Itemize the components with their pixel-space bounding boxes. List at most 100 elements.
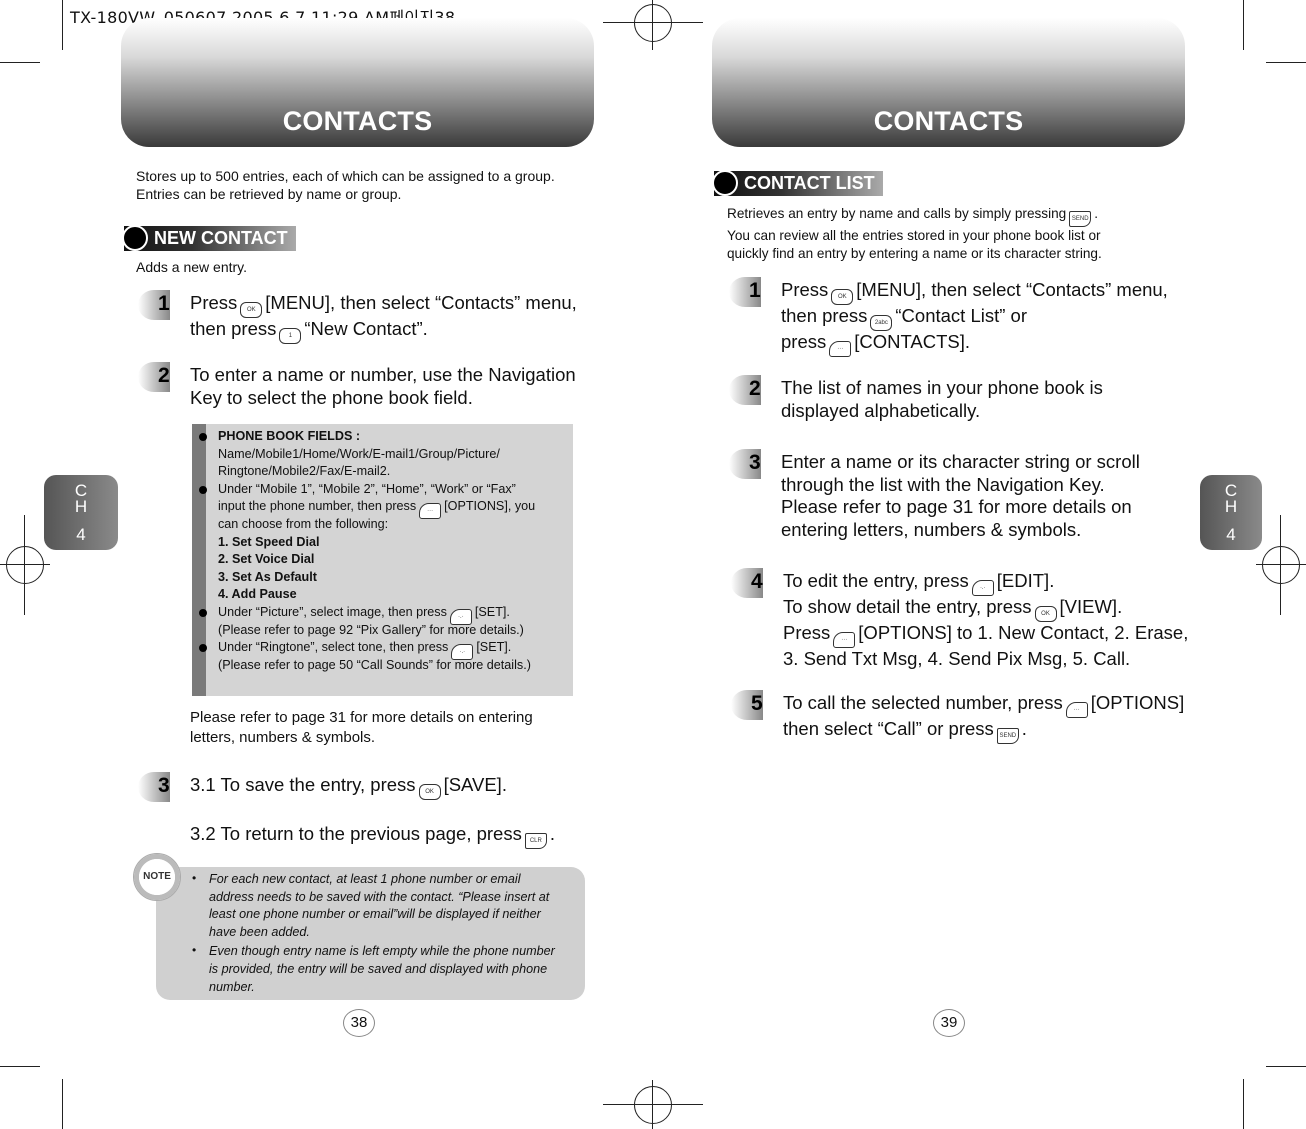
send-key-icon: SEND	[1069, 211, 1092, 227]
text-segment: To edit the entry, press	[783, 570, 969, 591]
intro-line: You can review all the entries stored in…	[727, 227, 1102, 245]
registration-mark	[6, 546, 44, 584]
step-number-3: 3	[138, 772, 178, 802]
step-line: To edit the entry, press ·.· [EDIT].	[783, 570, 1188, 596]
text-segment: .	[1094, 206, 1099, 221]
text-segment: displayed alphabetically.	[781, 399, 981, 421]
text-segment: .	[1021, 718, 1027, 739]
note-line: least one phone number or email”will be …	[209, 907, 541, 922]
step-line: The list of names in your phone book is	[781, 377, 1103, 400]
step-number-text: 4	[751, 570, 763, 593]
chapter-letter: H	[1224, 497, 1238, 516]
step-line: then select “Call” or press SEND.	[783, 718, 1184, 744]
step-number-4: 4	[731, 568, 771, 598]
text-segment: then press	[781, 305, 868, 326]
step-number-5: 5	[731, 690, 771, 720]
text-segment: [SET].	[474, 605, 510, 619]
text-segment: .	[549, 822, 555, 844]
step-line: Press OK [MENU], then select “Contacts” me…	[190, 292, 577, 318]
text-segment: Retrieves an entry by name and calls by …	[727, 206, 1067, 221]
bullet-icon	[199, 485, 207, 494]
text-segment: can choose from the following:	[218, 517, 389, 531]
crop-mark	[62, 0, 63, 50]
text-segment: [OPTIONS]	[1090, 692, 1185, 713]
step-line: To call the selected number, press ··· [OP…	[783, 692, 1184, 718]
text-segment: then press	[190, 318, 277, 339]
crop-mark	[1266, 62, 1306, 63]
step-line: 3.1 To save the entry, press OK [SAVE].	[190, 774, 555, 800]
step-line: then press 2abc “Contact List” or	[781, 305, 1168, 331]
menu-key-icon: ···	[829, 341, 852, 357]
menu-key-icon: ···	[1065, 702, 1088, 718]
text-segment: (Please refer to page 92 “Pix Gallery” f…	[218, 622, 524, 637]
text-segment: [SAVE].	[443, 774, 507, 795]
step-5-text: To call the selected number, press ··· [OP…	[783, 692, 1184, 744]
registration-mark	[634, 4, 672, 42]
step-line: then press 1 “New Contact”.	[190, 318, 577, 344]
field-line: PHONE BOOK FIELDS :	[218, 428, 360, 446]
text-segment: Under “Ringtone”, select tone, then pres…	[218, 640, 449, 655]
registration-mark	[634, 1086, 672, 1124]
field-line: Name/Mobile1/Home/Work/E-mail1/Group/Pic…	[218, 446, 500, 464]
intro-line: Entries can be retrieved by name or grou…	[136, 186, 402, 202]
field-line: can choose from the following:	[218, 516, 388, 534]
text-segment: [MENU], then select “Contacts” menu,	[856, 279, 1168, 300]
text-segment: 4. Add Pause	[218, 587, 297, 602]
note-line: address needs to be saved with the conta…	[209, 889, 550, 904]
chapter-number: 4	[1226, 525, 1236, 544]
section-badge: NEW CONTACT	[122, 225, 296, 251]
text-segment: Press	[783, 622, 831, 643]
page-number: 38	[332, 1009, 386, 1037]
crop-mark	[1243, 0, 1244, 50]
step-2-text: To enter a name or number, use the Navig…	[190, 364, 576, 409]
step-line: press ··· [CONTACTS].	[781, 331, 1168, 357]
2abc-key-icon: 2abc	[870, 315, 893, 331]
step-number-1: 1	[138, 290, 178, 320]
text-segment: Under “Picture”, select image, then pres…	[218, 605, 447, 619]
field-line: 1. Set Speed Dial	[218, 534, 320, 552]
page-header-right: CONTACTS	[712, 18, 1185, 147]
step-number-2: 2	[138, 362, 178, 392]
note-icon: NOTE	[133, 853, 181, 901]
field-line: Ringtone/Mobile2/Fax/E-mail2.	[218, 463, 390, 481]
text-segment: 1. Set Speed Dial	[218, 534, 320, 549]
intro-line: quickly find an entry by entering a name…	[727, 245, 1102, 263]
step-line: 3. Send Txt Msg, 4. Send Pix Msg, 5. Cal…	[783, 648, 1188, 671]
text-segment: To enter a name or number, use the Navig…	[190, 364, 576, 385]
note-line: is provided, the entry will be saved and…	[209, 962, 548, 976]
text-segment: 3. Set As Default	[218, 569, 317, 584]
refer-text: Please refer to page 31 for more details…	[190, 708, 533, 748]
step-number-3: 3	[729, 449, 769, 479]
registration-mark	[1262, 546, 1300, 584]
clr-key-icon: CLR	[524, 832, 547, 849]
step-3-text: Enter a name or its character string or …	[781, 451, 1140, 541]
note-line: have been added.	[209, 924, 310, 939]
text-segment: [OPTIONS], you	[444, 499, 536, 514]
step-number-text: 3	[749, 451, 761, 474]
bullet-icon: •	[192, 871, 197, 885]
page-title: CONTACTS	[282, 106, 433, 136]
menu-key-icon: ···	[419, 503, 442, 520]
intro-text: Retrieves an entry by name and calls by …	[727, 205, 1102, 263]
field-line: (Please refer to page 92 “Pix Gallery” f…	[218, 622, 524, 640]
step-number-text: 3	[158, 774, 170, 797]
crop-mark	[0, 1066, 40, 1067]
text-segment: Under “Mobile 1”, “Mobile 2”, “Home”, “W…	[218, 481, 516, 496]
intro-line: Stores up to 500 entries, each of which …	[136, 168, 555, 184]
step-number-1: 1	[729, 277, 769, 307]
text-segment: To show detail the entry, press	[783, 596, 1032, 617]
step-1-text: Press OK [MENU], then select “Contacts” me…	[781, 279, 1168, 357]
intro-text: Stores up to 500 entries, each of which …	[136, 167, 555, 203]
chapter-tab: C H 4	[1200, 475, 1262, 550]
section-badge: CONTACT LIST	[712, 170, 883, 196]
text-segment: [CONTACTS].	[854, 331, 971, 352]
step-3-text: 3.1 To save the entry, press OK [SAVE]. 3.2…	[190, 774, 555, 849]
bullet-icon	[199, 433, 207, 441]
chapter-number: 4	[76, 525, 86, 544]
intro-line: Retrieves an entry by name and calls by …	[727, 205, 1102, 227]
section-description: Adds a new entry.	[136, 259, 248, 275]
ok-key-icon: OK	[418, 784, 441, 800]
step-line: To enter a name or number, use the Navig…	[190, 364, 576, 387]
step-number-text: 1	[158, 292, 170, 315]
text-segment: PHONE BOOK FIELDS :	[218, 429, 361, 443]
